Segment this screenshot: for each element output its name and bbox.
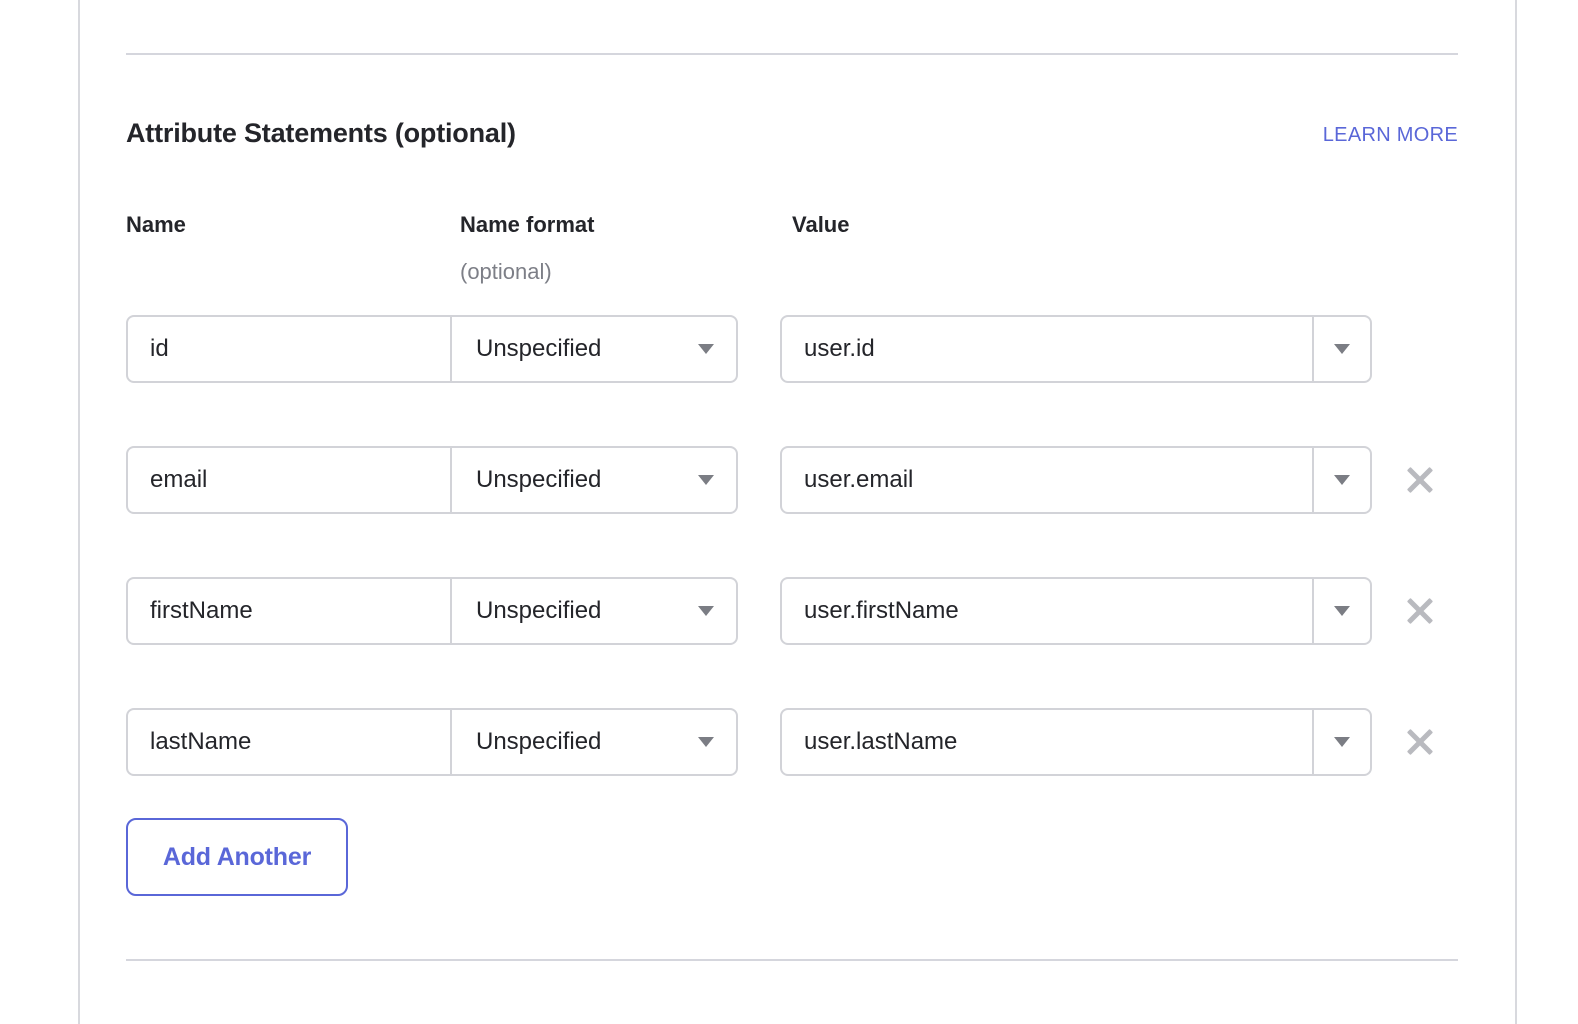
panel-left-border [78, 0, 80, 1024]
value-field-group [780, 315, 1372, 383]
attribute-row: Unspecified [126, 708, 1458, 776]
section-title: Attribute Statements (optional) [126, 118, 516, 149]
name-format-value: Unspecified [476, 335, 601, 363]
section-content: Attribute Statements (optional) LEARN MO… [126, 0, 1458, 1024]
section-header: Attribute Statements (optional) LEARN MO… [126, 118, 1458, 158]
name-format-select[interactable]: Unspecified [452, 448, 736, 512]
value-dropdown-button[interactable] [1314, 317, 1370, 381]
chevron-down-icon [698, 344, 714, 354]
value-field-group [780, 577, 1372, 645]
attribute-value-input[interactable] [782, 579, 1314, 643]
name-field-group: Unspecified [126, 315, 738, 383]
value-field-group [780, 446, 1372, 514]
attribute-value-input[interactable] [782, 448, 1314, 512]
attribute-row: Unspecified [126, 446, 1458, 514]
add-another-button[interactable]: Add Another [126, 818, 348, 896]
name-format-select[interactable]: Unspecified [452, 710, 736, 774]
attribute-name-input[interactable] [128, 448, 452, 512]
chevron-down-icon [1334, 606, 1350, 616]
attribute-value-input[interactable] [782, 710, 1314, 774]
value-dropdown-button[interactable] [1314, 448, 1370, 512]
column-header-name-format: Name format [460, 212, 594, 238]
value-dropdown-button[interactable] [1314, 579, 1370, 643]
name-field-group: Unspecified [126, 577, 738, 645]
value-dropdown-button[interactable] [1314, 710, 1370, 774]
chevron-down-icon [1334, 737, 1350, 747]
remove-row-button[interactable] [1398, 589, 1442, 633]
name-format-select[interactable]: Unspecified [452, 317, 736, 381]
name-format-value: Unspecified [476, 466, 601, 494]
column-header-value: Value [792, 212, 849, 238]
chevron-down-icon [698, 606, 714, 616]
chevron-down-icon [1334, 475, 1350, 485]
name-field-group: Unspecified [126, 708, 738, 776]
attribute-statements-page: Attribute Statements (optional) LEARN MO… [0, 0, 1578, 1024]
column-headers: Name Name format (optional) Value [126, 212, 1458, 292]
value-field-group [780, 708, 1372, 776]
section-divider-bottom [126, 959, 1458, 961]
attribute-value-input[interactable] [782, 317, 1314, 381]
name-field-group: Unspecified [126, 446, 738, 514]
column-header-name-format-optional: (optional) [460, 259, 552, 285]
attribute-row: Unspecified [126, 315, 1458, 383]
attribute-name-input[interactable] [128, 579, 452, 643]
remove-row-button[interactable] [1398, 720, 1442, 764]
name-format-value: Unspecified [476, 597, 601, 625]
attribute-name-input[interactable] [128, 317, 452, 381]
section-divider-top [126, 53, 1458, 55]
attribute-name-input[interactable] [128, 710, 452, 774]
column-header-name: Name [126, 212, 186, 238]
chevron-down-icon [698, 475, 714, 485]
attribute-row: Unspecified [126, 577, 1458, 645]
name-format-select[interactable]: Unspecified [452, 579, 736, 643]
learn-more-link[interactable]: LEARN MORE [1323, 124, 1458, 147]
name-format-value: Unspecified [476, 728, 601, 756]
remove-row-button[interactable] [1398, 458, 1442, 502]
chevron-down-icon [1334, 344, 1350, 354]
attribute-rows: Unspecified Unspecified [126, 315, 1458, 839]
chevron-down-icon [698, 737, 714, 747]
panel-right-border [1515, 0, 1517, 1024]
